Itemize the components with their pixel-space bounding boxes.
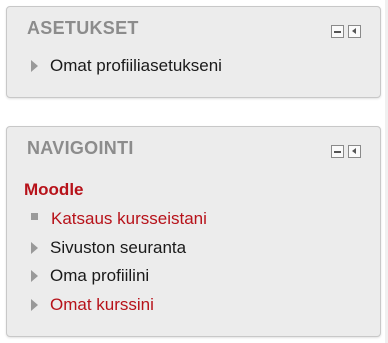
nav-item-my-profile[interactable]: Oma profiilini [30,266,149,286]
nav-item-my-courses[interactable]: Omat kurssini [30,295,154,315]
minimize-icon[interactable] [331,25,344,38]
settings-block: ASETUKSET Omat profiiliasetukseni [6,6,381,98]
expand-arrow-icon [31,299,38,311]
settings-item-profile[interactable]: Omat profiiliasetukseni [30,56,222,76]
dock-left-icon[interactable] [348,25,361,38]
nav-item-label: Omat kurssini [50,295,154,314]
nav-item-course-overview[interactable]: Katsaus kursseistani [30,209,207,229]
expand-arrow-icon [31,270,38,282]
nav-item-site-pages[interactable]: Sivuston seuranta [30,238,186,258]
minimize-icon[interactable] [331,145,344,158]
nav-item-label: Katsaus kursseistani [51,209,207,228]
dock-left-icon[interactable] [348,145,361,158]
nav-item-label: Sivuston seuranta [50,238,187,257]
square-bullet-icon [31,212,38,220]
settings-item-label: Omat profiiliasetukseni [50,56,222,75]
expand-arrow-icon [31,60,38,72]
navigation-block-title: NAVIGOINTI [27,138,134,158]
nav-item-label: Oma profiilini [50,266,150,285]
navigation-block: NAVIGOINTI Moodle Katsaus kursseistani S… [6,126,381,337]
settings-block-title: ASETUKSET [27,18,139,38]
expand-arrow-icon [31,242,38,254]
settings-block-controls [331,25,361,38]
nav-root-moodle[interactable]: Moodle [24,180,84,200]
navigation-block-controls [331,145,361,158]
